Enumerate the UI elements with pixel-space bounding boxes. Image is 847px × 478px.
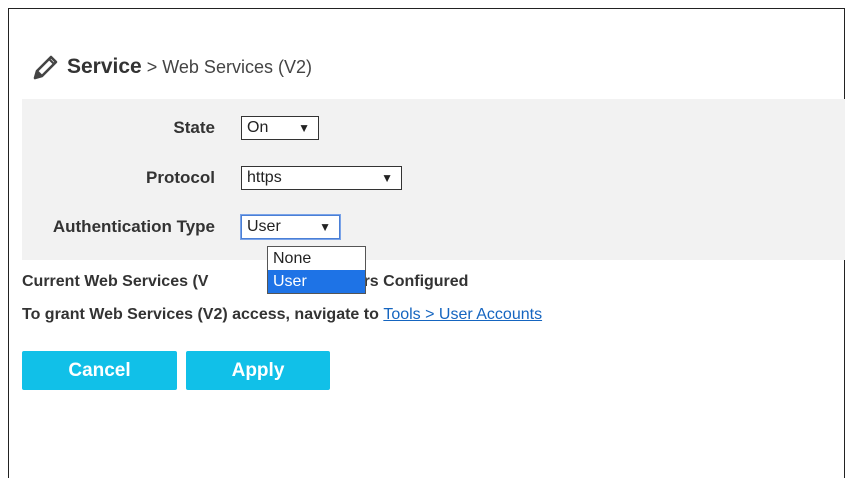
chevron-down-icon: ▼ (381, 171, 393, 185)
dropdown-option-user[interactable]: User (268, 270, 365, 293)
grant-access-text: To grant Web Services (V2) access, navig… (22, 306, 379, 323)
cancel-button[interactable]: Cancel (22, 351, 177, 390)
state-select[interactable]: On ▼ (241, 116, 319, 140)
protocol-select[interactable]: https ▼ (241, 166, 402, 190)
state-label: State (173, 118, 215, 137)
user-accounts-link[interactable]: Tools > User Accounts (383, 306, 542, 323)
page-title: Web Services (V2) (162, 56, 312, 77)
grant-access-line: To grant Web Services (V2) access, navig… (22, 306, 542, 324)
pencil-icon (33, 55, 58, 80)
auth-type-select[interactable]: User ▼ (241, 215, 340, 239)
dropdown-option-none[interactable]: None (268, 247, 365, 270)
auth-type-label: Authentication Type (52, 217, 215, 236)
protocol-label: Protocol (146, 168, 215, 187)
breadcrumb: Service > Web Services (V2) (31, 52, 312, 82)
auth-type-row: Authentication Type User ▼ (22, 214, 340, 240)
state-select-value: On (247, 119, 269, 136)
current-users-prefix: Current Web Services (V (22, 273, 209, 290)
apply-button[interactable]: Apply (186, 351, 330, 390)
settings-panel: State On ▼ Protocol https ▼ Authenticati… (22, 99, 845, 260)
chevron-down-icon: ▼ (298, 121, 310, 135)
auth-type-select-value: User (247, 218, 281, 235)
breadcrumb-section: Service (67, 55, 142, 78)
breadcrumb-separator: > (146, 56, 158, 77)
chevron-down-icon: ▼ (319, 220, 331, 234)
protocol-row: Protocol https ▼ (22, 165, 402, 191)
auth-type-dropdown: None User (267, 246, 366, 294)
state-row: State On ▼ (22, 115, 319, 141)
protocol-select-value: https (247, 169, 282, 186)
current-users-line: Current Web Services (V No Users Configur… (22, 273, 468, 291)
